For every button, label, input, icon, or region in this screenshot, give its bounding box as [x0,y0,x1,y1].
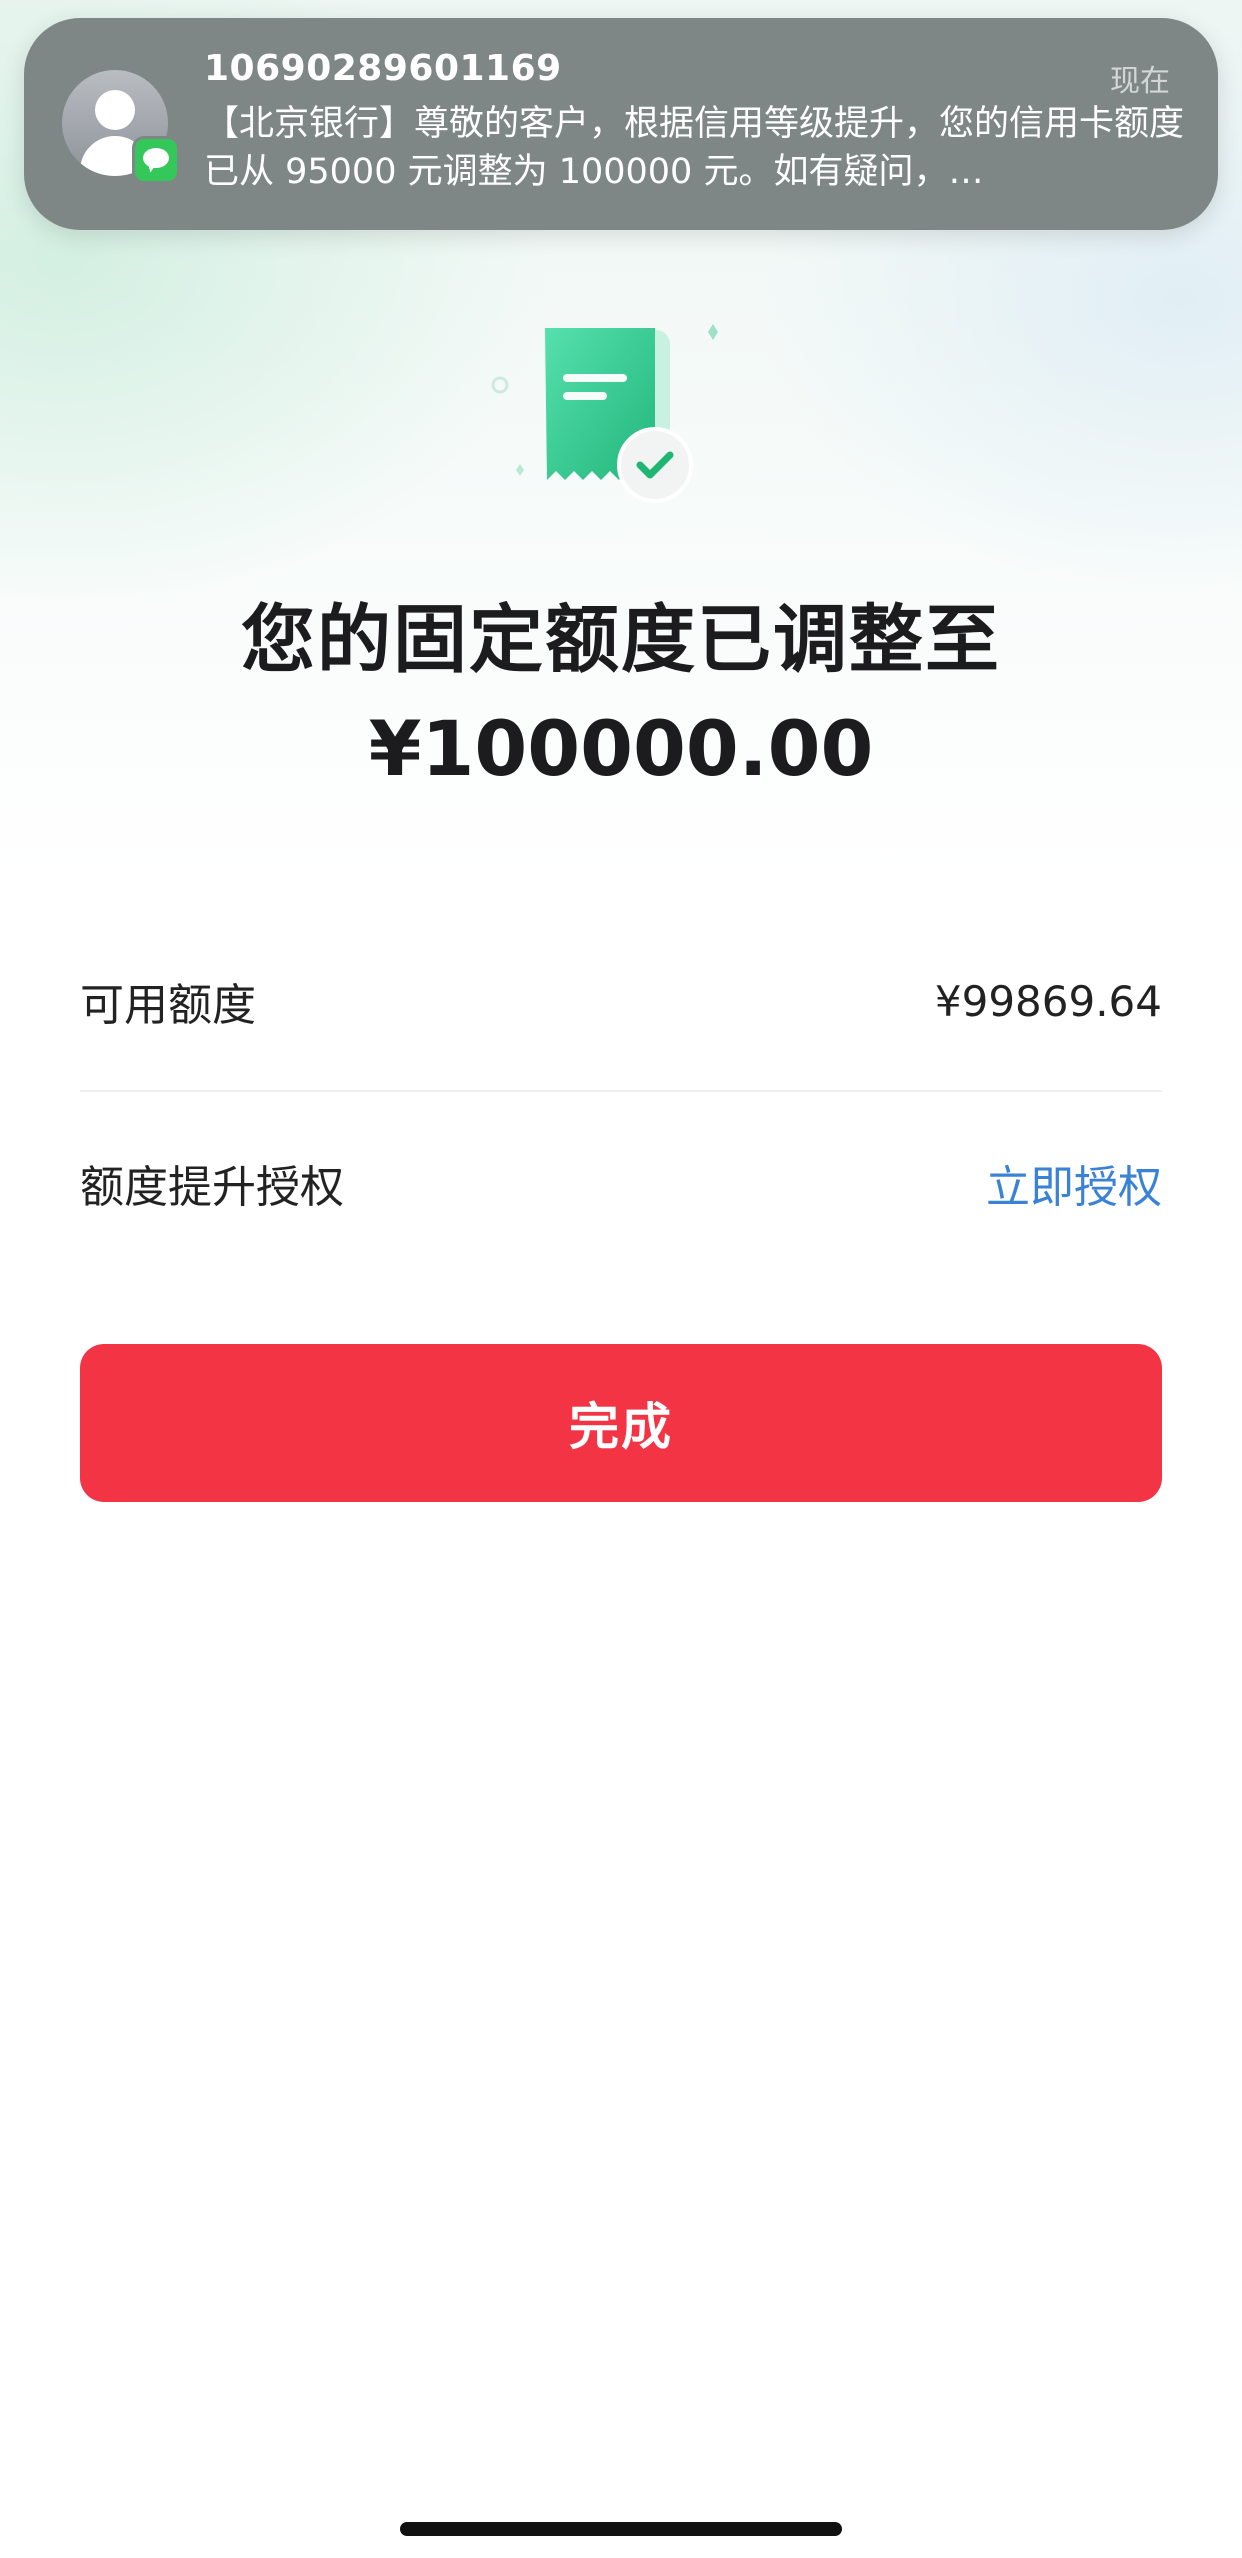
sms-notification-banner[interactable]: 10690289601169 现在 【北京银行】尊敬的客户，根据信用等级提升，您… [24,18,1218,230]
limit-authorization-row: 额度提升授权 立即授权 [80,1128,1162,1238]
sparkle-circle [491,376,509,394]
sparkle-diamond [708,324,718,340]
authorize-now-link[interactable]: 立即授权 [986,1151,1162,1215]
limit-authorization-label: 额度提升授权 [80,1162,344,1213]
done-button[interactable]: 完成 [80,1344,1162,1502]
notification-time: 现在 [1110,64,1170,99]
notification-sender: 10690289601169 [204,48,562,89]
notification-body: 【北京银行】尊敬的客户，根据信用等级提升，您的信用卡额度已从 95000 元调整… [204,104,1185,192]
messages-app-icon [132,136,180,184]
check-badge [617,427,693,503]
available-limit-row: 可用额度 ¥99869.64 [80,946,1162,1056]
sparkle-diamond-small [516,464,524,476]
receipt-check-icon [491,324,718,503]
available-limit-label: 可用额度 [80,980,256,1031]
available-limit-value: ¥99869.64 [934,976,1162,1026]
home-indicator[interactable] [400,2522,842,2536]
credit-limit-result-page: 10690289601169 现在 【北京银行】尊敬的客户，根据信用等级提升，您… [0,0,1242,2558]
page-title: 您的固定额度已调整至 [241,597,1001,683]
row-divider [80,1090,1162,1092]
new-limit-amount: ¥100000.00 [368,704,874,793]
